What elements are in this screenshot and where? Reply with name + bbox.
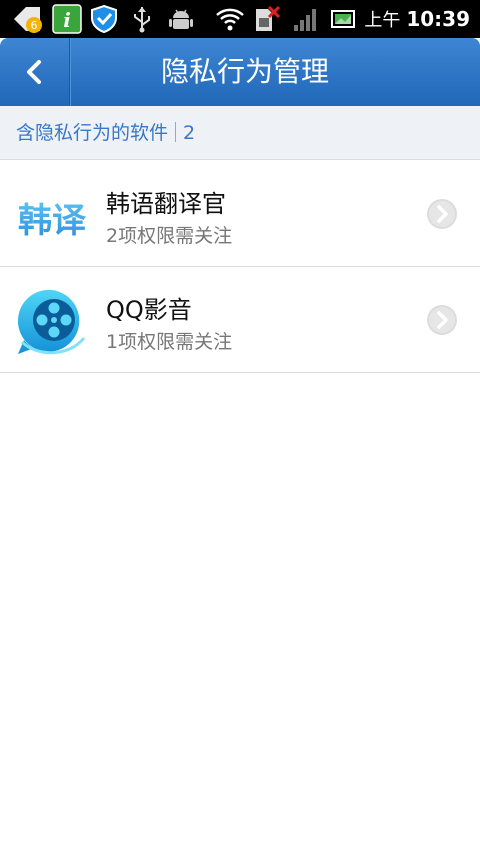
back-button[interactable] <box>0 38 70 106</box>
app-permission-summary: 2项权限需关注 <box>106 225 233 247</box>
usb-icon <box>134 7 150 33</box>
app-name: QQ影音 <box>106 296 192 324</box>
notification-badge-count: 6 <box>31 19 38 32</box>
list-item-app-0[interactable]: 韩译 韩语翻译官 2项权限需关注 <box>0 161 480 267</box>
status-bar: 6 i 上午 10:39 <box>0 0 480 38</box>
chevron-right-icon[interactable] <box>426 304 458 336</box>
chevron-right-icon[interactable] <box>426 198 458 230</box>
app-permission-summary: 1项权限需关注 <box>106 331 233 353</box>
qq-player-icon <box>17 289 86 355</box>
app-icon-text: 韩译 <box>18 201 87 241</box>
no-sim-icon <box>256 5 281 31</box>
title-bar: 隐私行为管理 <box>0 38 480 106</box>
android-debug-icon <box>169 9 193 29</box>
info-icon: i <box>52 4 82 34</box>
status-time: 上午 10:39 <box>364 6 470 32</box>
section-header: 含隐私行为的软件 2 <box>0 106 480 160</box>
back-arrow-icon <box>27 60 41 84</box>
status-clock: 10:39 <box>406 7 470 31</box>
svg-text:i: i <box>63 8 71 32</box>
section-label: 含隐私行为的软件 <box>16 122 169 144</box>
section-count: 2 <box>183 122 196 144</box>
list-item-app-1[interactable]: QQ影音 1项权限需关注 <box>0 267 480 373</box>
app-name: 韩语翻译官 <box>106 190 226 218</box>
status-ampm: 上午 <box>364 10 401 31</box>
wifi-icon <box>216 8 244 31</box>
korean-translator-icon: 韩译 <box>18 201 87 241</box>
battery-icon <box>331 10 355 28</box>
notification-app-icon: 6 <box>14 7 42 33</box>
shield-icon <box>91 4 117 34</box>
page-title: 隐私行为管理 <box>160 55 329 88</box>
section-divider <box>175 122 177 142</box>
signal-strength-icon <box>294 9 316 31</box>
app-list: 韩译 韩语翻译官 2项权限需关注 QQ影音 1项权限需关注 <box>0 161 480 373</box>
